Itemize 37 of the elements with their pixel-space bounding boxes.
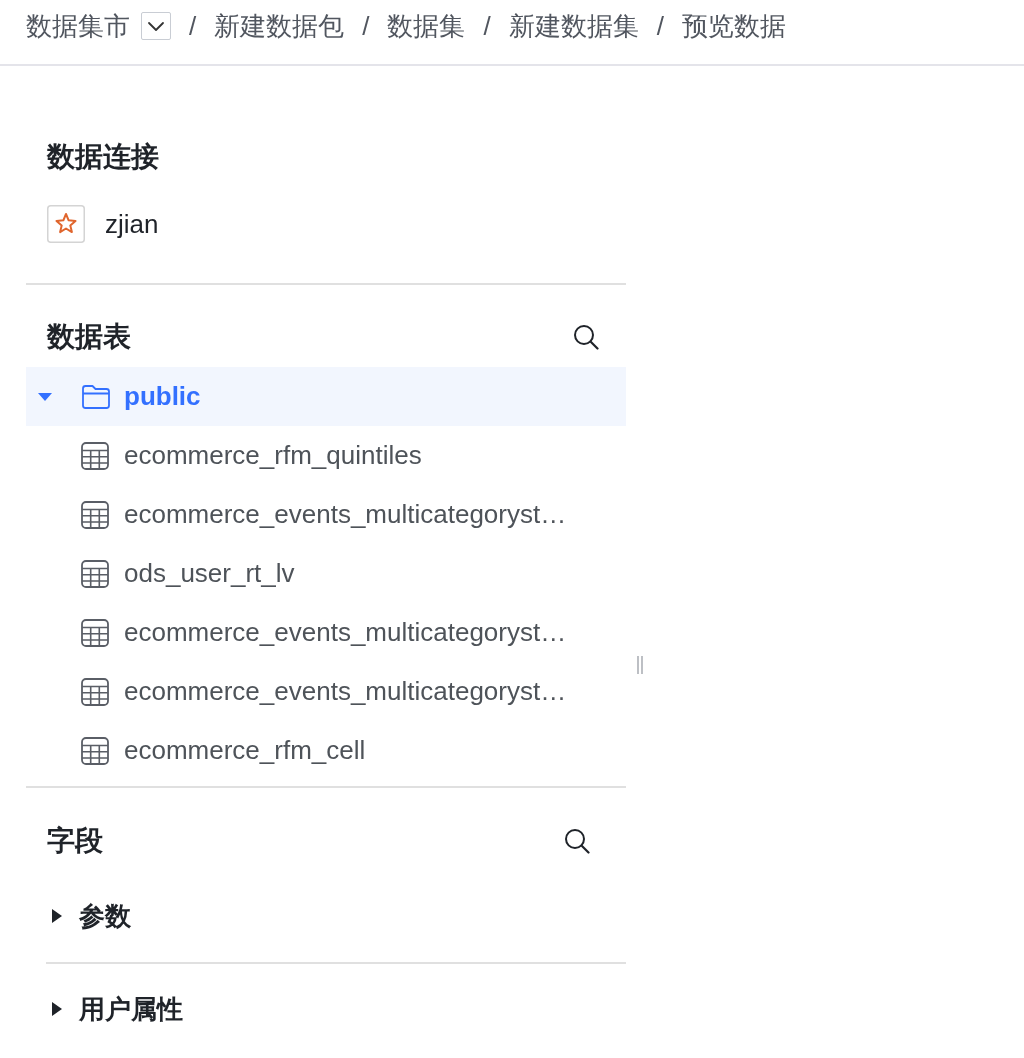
- section-title: 数据表: [47, 320, 131, 354]
- caret-down-icon[interactable]: [38, 392, 52, 401]
- breadcrumb-link[interactable]: 预览数据: [681, 10, 786, 42]
- tree-item[interactable]: public: [26, 367, 626, 426]
- chevron-down-icon: [147, 20, 165, 32]
- table-icon: [81, 500, 109, 529]
- caret-right-icon[interactable]: [52, 909, 62, 923]
- tree-item[interactable]: ods_user_rt_lv: [26, 544, 626, 603]
- tree-item[interactable]: ecommerce_rfm_quintiles: [26, 426, 626, 485]
- breadcrumb-link[interactable]: 新建数据集: [508, 10, 639, 42]
- table-icon: [81, 559, 109, 588]
- field-group[interactable]: 参数: [46, 870, 626, 962]
- search-icon[interactable]: [573, 324, 599, 350]
- table-icon: [81, 736, 109, 765]
- breadcrumb-link[interactable]: 数据集市: [26, 10, 130, 42]
- section-title: 字段: [47, 824, 103, 858]
- tree-item[interactable]: ecommerce_rfm_cell: [26, 721, 626, 780]
- table-icon: [81, 441, 109, 470]
- drag-handle-icon[interactable]: [636, 655, 644, 675]
- breadcrumb-separator: /: [656, 10, 664, 42]
- breadcrumb-link[interactable]: 数据集: [387, 10, 466, 42]
- breadcrumb-separator: /: [483, 10, 491, 42]
- breadcrumb-separator: /: [362, 10, 370, 42]
- breadcrumb-link[interactable]: 新建数据包: [214, 10, 345, 42]
- tree-item[interactable]: ecommerce_events_multicategoryst…: [26, 485, 626, 544]
- caret-right-icon[interactable]: [52, 1002, 62, 1016]
- table-icon: [81, 618, 109, 647]
- field-group[interactable]: 用户属性: [46, 962, 626, 1054]
- folder-icon: [81, 383, 111, 410]
- tree-item[interactable]: ecommerce_events_multicategoryst…: [26, 662, 626, 721]
- tree-item[interactable]: ecommerce_events_multicategoryst…: [26, 603, 626, 662]
- table-icon: [81, 677, 109, 706]
- connection-item[interactable]: zjian: [47, 205, 159, 243]
- dropdown-button[interactable]: [141, 12, 171, 40]
- section-title: 数据连接: [47, 141, 159, 172]
- search-icon[interactable]: [564, 828, 590, 854]
- breadcrumb-separator: /: [189, 10, 197, 42]
